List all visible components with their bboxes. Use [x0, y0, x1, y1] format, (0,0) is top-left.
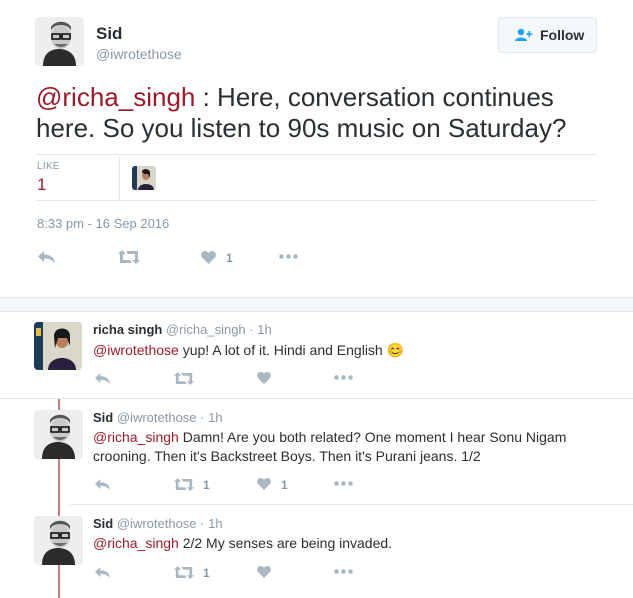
divider — [70, 504, 633, 505]
retweet-icon[interactable] — [118, 250, 140, 264]
liker-avatar[interactable] — [132, 166, 156, 190]
more-icon[interactable] — [334, 375, 353, 380]
avatar[interactable] — [35, 17, 84, 66]
tweet-text: @richa_singh : Here, conversation contin… — [36, 82, 596, 144]
like-count[interactable]: 1 — [281, 478, 288, 492]
like-heart-icon[interactable] — [257, 372, 271, 384]
author-handle[interactable]: @iwrotethose — [96, 46, 182, 62]
reply-header: richa singh @richa_singh · 1h — [93, 322, 272, 337]
reply-icon[interactable] — [95, 373, 111, 384]
mention-link[interactable]: @richa_singh — [93, 429, 179, 445]
follow-user-icon — [514, 28, 534, 42]
author-name[interactable]: Sid — [96, 24, 122, 44]
retweet-count[interactable]: 1 — [203, 478, 210, 492]
reply-body: yup! A lot of it. Hindi and English — [178, 342, 387, 358]
likes-label: LIKE — [37, 161, 60, 172]
reply-author-name[interactable]: Sid — [93, 516, 113, 531]
like-heart-icon[interactable] — [257, 566, 271, 578]
reply-icon[interactable] — [95, 479, 111, 490]
divider — [0, 398, 633, 399]
avatar[interactable] — [34, 410, 83, 459]
reply-author-name[interactable]: Sid — [93, 410, 113, 425]
reply-icon[interactable] — [38, 251, 56, 263]
stats-divider — [119, 156, 120, 200]
like-count[interactable]: 1 — [226, 251, 233, 265]
mention-link[interactable]: @richa_singh — [93, 535, 179, 551]
more-icon[interactable] — [334, 569, 353, 574]
reply-header: Sid @iwrotethose · 1h — [93, 410, 223, 425]
follow-button[interactable]: Follow — [498, 17, 597, 53]
reply-time[interactable]: · 1h — [200, 410, 222, 425]
smile-emoji-icon: 😊 — [386, 342, 405, 358]
reply-time[interactable]: · 1h — [249, 322, 271, 337]
retweet-icon[interactable] — [174, 566, 194, 579]
likes-count[interactable]: 1 — [37, 175, 46, 195]
reply-author-handle[interactable]: @iwrotethose — [117, 516, 197, 531]
more-icon[interactable] — [334, 481, 353, 486]
reply-body: 2/2 My senses are being invaded. — [178, 535, 393, 551]
mention-link[interactable]: @richa_singh — [36, 82, 195, 112]
mention-link[interactable]: @iwrotethose — [93, 342, 179, 358]
tweet-timestamp[interactable]: 8:33 pm - 16 Sep 2016 — [37, 216, 169, 231]
reply-author-handle[interactable]: @iwrotethose — [117, 410, 197, 425]
avatar[interactable] — [34, 516, 83, 565]
divider — [36, 154, 597, 155]
reply-text: @richa_singh 2/2 My senses are being inv… — [93, 534, 593, 553]
reply-icon[interactable] — [95, 567, 111, 578]
follow-label: Follow — [540, 27, 585, 43]
retweet-icon[interactable] — [174, 478, 194, 491]
retweet-count[interactable]: 1 — [203, 566, 210, 580]
like-heart-icon[interactable] — [201, 251, 216, 264]
reply-author-name[interactable]: richa singh — [93, 322, 162, 337]
reply-header: Sid @iwrotethose · 1h — [93, 516, 223, 531]
reply-text: @richa_singh Damn! Are you both related?… — [93, 428, 593, 466]
section-separator — [0, 297, 633, 312]
divider — [36, 200, 597, 201]
more-icon[interactable] — [279, 254, 298, 259]
reply-time[interactable]: · 1h — [200, 516, 222, 531]
like-heart-icon[interactable] — [257, 478, 271, 490]
reply-author-handle[interactable]: @richa_singh — [166, 322, 246, 337]
avatar[interactable] — [34, 322, 82, 370]
reply-text: @iwrotethose yup! A lot of it. Hindi and… — [93, 341, 613, 360]
retweet-icon[interactable] — [174, 372, 194, 385]
